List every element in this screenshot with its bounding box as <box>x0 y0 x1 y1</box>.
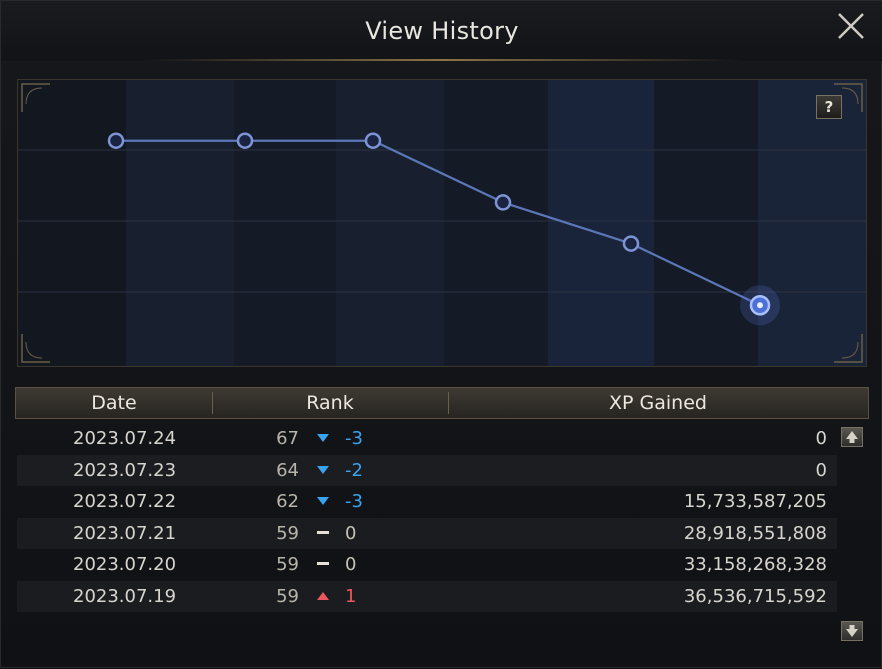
row-rank-change: -3 <box>345 491 363 513</box>
row-rank-change: 1 <box>345 586 357 607</box>
data-point-2023.07.20[interactable] <box>236 132 254 149</box>
rank-down-icon <box>315 486 331 517</box>
rank-up-icon <box>315 581 331 612</box>
rank-line-segment <box>630 242 761 307</box>
row-xp-gained: 15,733,587,205 <box>683 491 827 513</box>
table-row: 2023.07.24 67 -3 0 <box>17 423 837 454</box>
column-header-date: Date <box>91 392 137 414</box>
row-date: 2023.07.22 <box>73 491 177 513</box>
row-rank: 62 <box>276 491 299 513</box>
column-header-xp: XP Gained <box>609 392 707 414</box>
row-xp-gained: 0 <box>815 428 827 449</box>
table-row: 2023.07.23 64 -2 0 <box>17 454 837 486</box>
help-button[interactable]: ? <box>816 95 842 119</box>
rank-same-icon <box>315 549 331 580</box>
row-date: 2023.07.21 <box>73 522 177 544</box>
row-date: 2023.07.24 <box>73 428 177 449</box>
data-point-2023.07.23[interactable] <box>622 235 640 252</box>
arrow-down-icon <box>846 625 858 637</box>
row-xp-gained: 33,158,268,328 <box>683 554 827 576</box>
arrow-up-icon <box>846 431 858 443</box>
row-rank: 64 <box>276 459 299 481</box>
scroll-up-button[interactable] <box>841 427 863 447</box>
row-date: 2023.07.20 <box>73 554 177 576</box>
row-xp-gained: 36,536,715,592 <box>683 586 827 607</box>
rank-line-segment <box>502 201 632 245</box>
rank-down-icon <box>315 455 331 486</box>
row-date: 2023.07.19 <box>73 586 177 607</box>
rank-same-icon <box>315 518 331 549</box>
data-point-2023.07.21[interactable] <box>364 132 382 149</box>
view-history-window: View History ? Date Rank XP Gained 2023.… <box>0 0 882 668</box>
row-rank: 67 <box>276 428 299 449</box>
table-row: 2023.07.19 59 1 36,536,715,592 <box>17 581 837 612</box>
help-icon: ? <box>824 98 834 116</box>
row-rank-change: 0 <box>345 554 357 576</box>
row-rank: 59 <box>276 522 299 544</box>
table-header: Date Rank XP Gained <box>15 387 869 419</box>
row-rank-change: -3 <box>345 428 363 449</box>
table-row: 2023.07.20 59 0 33,158,268,328 <box>17 549 837 580</box>
highlight-dot <box>757 302 763 309</box>
data-point-2023.07.19[interactable] <box>107 132 125 149</box>
rank-down-icon <box>315 423 331 454</box>
row-xp-gained: 28,918,551,808 <box>683 522 827 544</box>
row-rank: 59 <box>276 586 299 607</box>
row-rank: 59 <box>276 554 299 576</box>
table-row: 2023.07.21 59 0 28,918,551,808 <box>17 517 837 549</box>
scroll-down-button[interactable] <box>841 621 863 641</box>
column-header-rank: Rank <box>306 392 354 414</box>
data-point-2023.07.22[interactable] <box>494 194 512 211</box>
row-rank-change: -2 <box>345 459 363 481</box>
row-rank-change: 0 <box>345 522 357 544</box>
row-date: 2023.07.23 <box>73 459 177 481</box>
table-row: 2023.07.22 62 -3 15,733,587,205 <box>17 486 837 517</box>
scrollbar-track[interactable] <box>847 453 857 619</box>
row-xp-gained: 0 <box>815 459 827 481</box>
